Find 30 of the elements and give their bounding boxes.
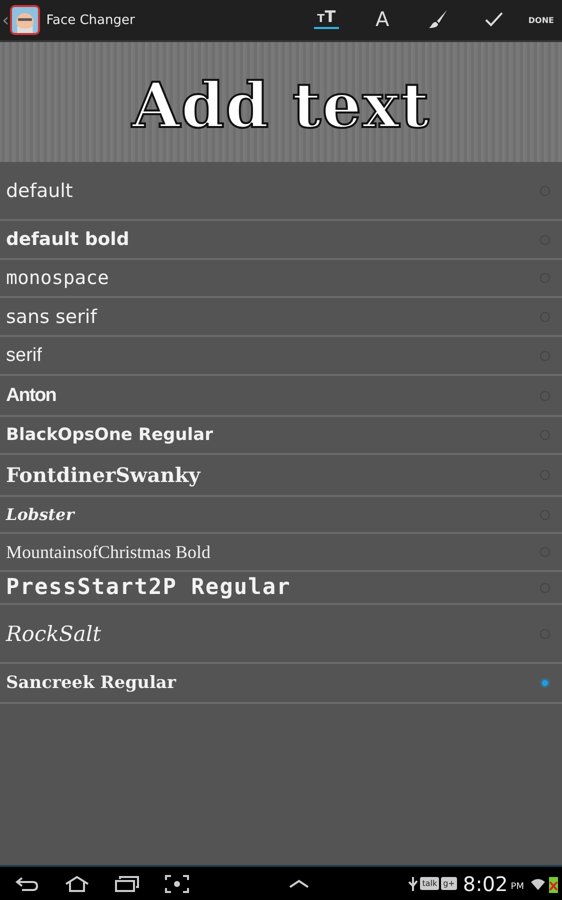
font-option[interactable]: monospace <box>0 260 562 298</box>
font-option[interactable]: sans serif <box>0 298 562 337</box>
font-option[interactable]: Sancreek Regular <box>0 664 562 704</box>
app-title: Face Changer <box>46 12 135 28</box>
font-option[interactable]: BlackOpsOne Regular <box>0 417 562 455</box>
clock-time: 8:02 <box>462 872 508 896</box>
font-tool[interactable]: A <box>354 0 410 40</box>
font-option[interactable]: default bold <box>0 221 562 260</box>
home-icon[interactable] <box>64 874 90 894</box>
radio-button[interactable] <box>540 678 550 688</box>
font-option[interactable]: Anton <box>0 376 562 417</box>
back-button[interactable]: ‹ <box>0 10 10 30</box>
clock-period: PM <box>510 882 524 892</box>
font-option[interactable]: RockSalt <box>0 605 562 664</box>
font-option[interactable]: serif <box>0 337 562 376</box>
font-option[interactable]: default <box>0 162 562 221</box>
app-icon <box>10 5 40 35</box>
battery-icon <box>549 874 558 892</box>
recent-apps-icon[interactable] <box>114 874 140 894</box>
screenshot-icon[interactable] <box>164 874 190 894</box>
font-option[interactable]: PressStart2P Regular <box>0 572 562 605</box>
font-option[interactable]: MountainsofChristmas Bold <box>0 534 562 572</box>
usb-icon <box>408 876 418 892</box>
text-size-tool[interactable]: TT <box>298 0 354 40</box>
done-button[interactable]: DONE <box>522 16 562 24</box>
font-option[interactable]: Lobster <box>0 497 562 534</box>
status-icon: talk <box>420 877 440 890</box>
preview-text: Add text <box>132 68 430 142</box>
font-option[interactable]: FontdinerSwanky <box>0 455 562 497</box>
status-icon: g+ <box>441 877 457 890</box>
